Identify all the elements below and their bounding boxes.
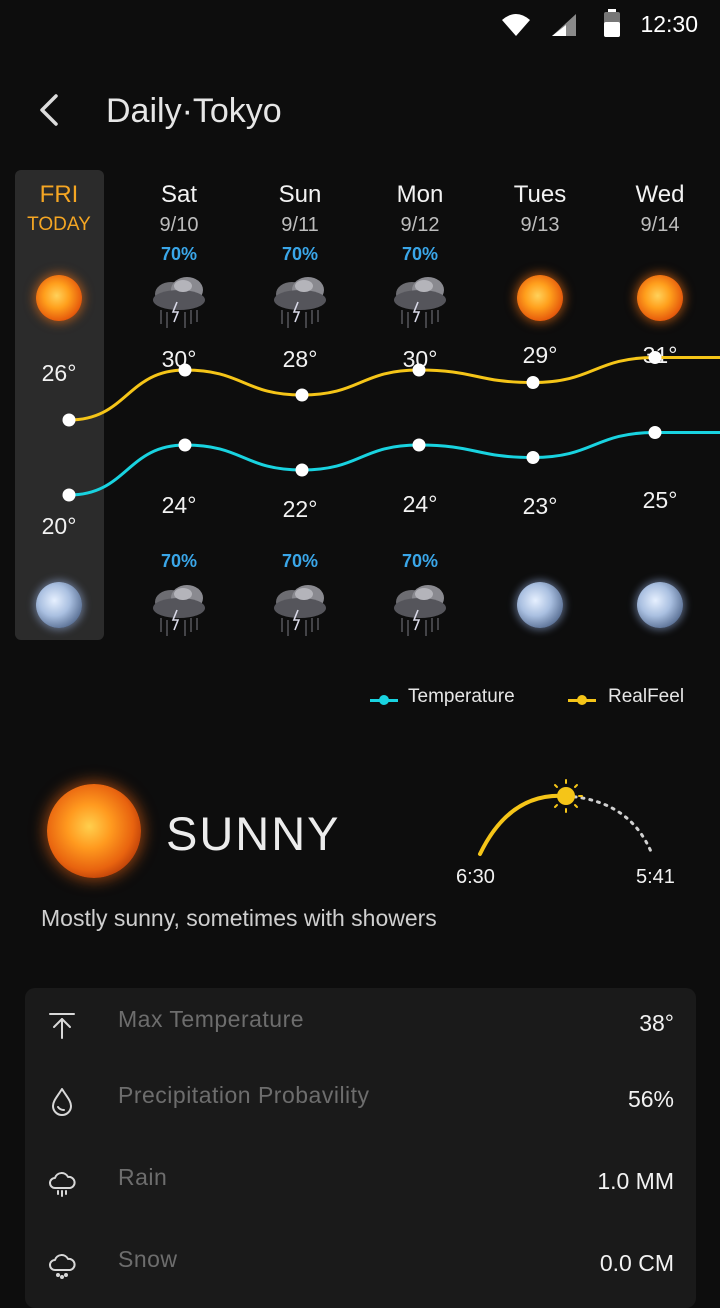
- day-date: 9/10: [159, 214, 199, 236]
- status-bar: 12:30: [0, 0, 720, 50]
- day-date: 9/11: [281, 214, 319, 236]
- temperature-chart: [62, 351, 720, 502]
- temperature-point: [295, 463, 309, 477]
- day-date: 9/14: [640, 214, 680, 236]
- status-time: 12:30: [640, 11, 698, 37]
- day-precip-chance: 70%: [160, 244, 198, 264]
- day-name: Sat: [160, 181, 198, 208]
- day-column[interactable]: Sat 9/10: [119, 178, 239, 238]
- moon-icon: [36, 582, 82, 628]
- signal-icon: [552, 14, 576, 36]
- rain-cloud-icon: [49, 1172, 76, 1197]
- day-name: Mon: [396, 181, 444, 208]
- header: Daily·Tokyo: [0, 80, 720, 144]
- battery-icon: [604, 9, 620, 37]
- realfeel-point: [62, 413, 76, 427]
- thunderstorm-icon: [394, 277, 446, 328]
- realfeel-legend-label: RealFeel: [608, 686, 685, 707]
- day-name: FRI: [39, 181, 79, 208]
- night-precip-chance: 70%: [401, 551, 439, 571]
- day-date: 9/12: [400, 214, 440, 236]
- thunderstorm-icon: [153, 585, 205, 636]
- snow-cloud-icon: [49, 1254, 76, 1279]
- sun-path-arc: [478, 779, 654, 856]
- moon-icon: [637, 582, 683, 628]
- sun-icon: [637, 275, 683, 321]
- detail-label: Precipitation Probavility: [118, 1082, 370, 1108]
- detail-label: Max Temperature: [118, 1006, 305, 1032]
- detail-value: 56%: [627, 1086, 674, 1112]
- page-title: Daily·Tokyo: [106, 92, 282, 130]
- temperature-line: [68, 431, 720, 497]
- day-column[interactable]: Sun 9/11: [240, 178, 360, 238]
- detail-row-snow: Snow 0.0 CM: [25, 1236, 696, 1296]
- details-card: Max Temperature 38° Precipitation Probav…: [25, 988, 696, 1308]
- day-precip-chance: 70%: [401, 244, 439, 264]
- sun-icon: [36, 275, 82, 321]
- detail-value: 1.0 MM: [597, 1168, 674, 1194]
- night-precip-chance: 70%: [160, 551, 198, 571]
- day-precip-chance: 70%: [281, 244, 319, 264]
- day-column[interactable]: Wed 9/14: [600, 178, 720, 238]
- detail-row-max-temperature: Max Temperature 38°: [25, 996, 696, 1056]
- temperature-point: [526, 451, 540, 464]
- realfeel-point: [526, 376, 540, 389]
- detail-value: 38°: [639, 1010, 674, 1036]
- day-date: TODAY: [27, 214, 91, 235]
- detail-row-rain: Rain 1.0 MM: [25, 1154, 696, 1214]
- condition-title: SUNNY: [166, 807, 341, 860]
- realfeel-point: [178, 363, 192, 377]
- sunset-time: 5:41: [636, 866, 675, 888]
- day-column[interactable]: Mon 9/12: [360, 178, 480, 238]
- sun-icon: [517, 275, 563, 321]
- thunderstorm-icon: [274, 585, 326, 636]
- realfeel-point: [648, 351, 662, 364]
- chart-legend: Temperature RealFeel: [370, 686, 710, 714]
- back-icon[interactable]: [30, 90, 70, 130]
- detail-value: 0.0 CM: [599, 1250, 674, 1276]
- day-name: Sun: [278, 181, 322, 208]
- temperature-legend-label: Temperature: [408, 686, 515, 707]
- temperature-point: [648, 426, 662, 439]
- realfeel-line: [68, 356, 720, 422]
- thunderstorm-icon: [153, 277, 205, 328]
- temperature-point: [62, 488, 76, 502]
- realfeel-point: [295, 388, 309, 402]
- arrow-up-icon: [49, 1013, 75, 1039]
- sun-icon: [47, 784, 141, 878]
- moon-icon: [517, 582, 563, 628]
- temperature-point: [178, 438, 192, 452]
- detail-label: Rain: [118, 1164, 168, 1190]
- temperature-legend-dot: [379, 695, 389, 705]
- day-date: 9/13: [520, 214, 560, 236]
- detail-label: Snow: [118, 1246, 178, 1272]
- sunrise-time: 6:30: [456, 866, 495, 888]
- thunderstorm-icon: [274, 277, 326, 328]
- day-column[interactable]: FRI TODAY: [0, 178, 119, 238]
- day-column[interactable]: Tues 9/13: [480, 178, 600, 238]
- day-name: Tues: [513, 181, 567, 208]
- day-name: Wed: [635, 181, 685, 208]
- night-precip-chance: 70%: [281, 551, 319, 571]
- realfeel-point: [412, 363, 426, 377]
- detail-row-precipitation: Precipitation Probavility 56%: [25, 1072, 696, 1132]
- wifi-icon: [502, 14, 530, 36]
- droplet-icon: [52, 1088, 72, 1116]
- realfeel-legend-dot: [577, 695, 587, 705]
- thunderstorm-icon: [394, 585, 446, 636]
- temperature-point: [412, 438, 426, 452]
- condition-description: Mostly sunny, sometimes with showers: [41, 905, 437, 931]
